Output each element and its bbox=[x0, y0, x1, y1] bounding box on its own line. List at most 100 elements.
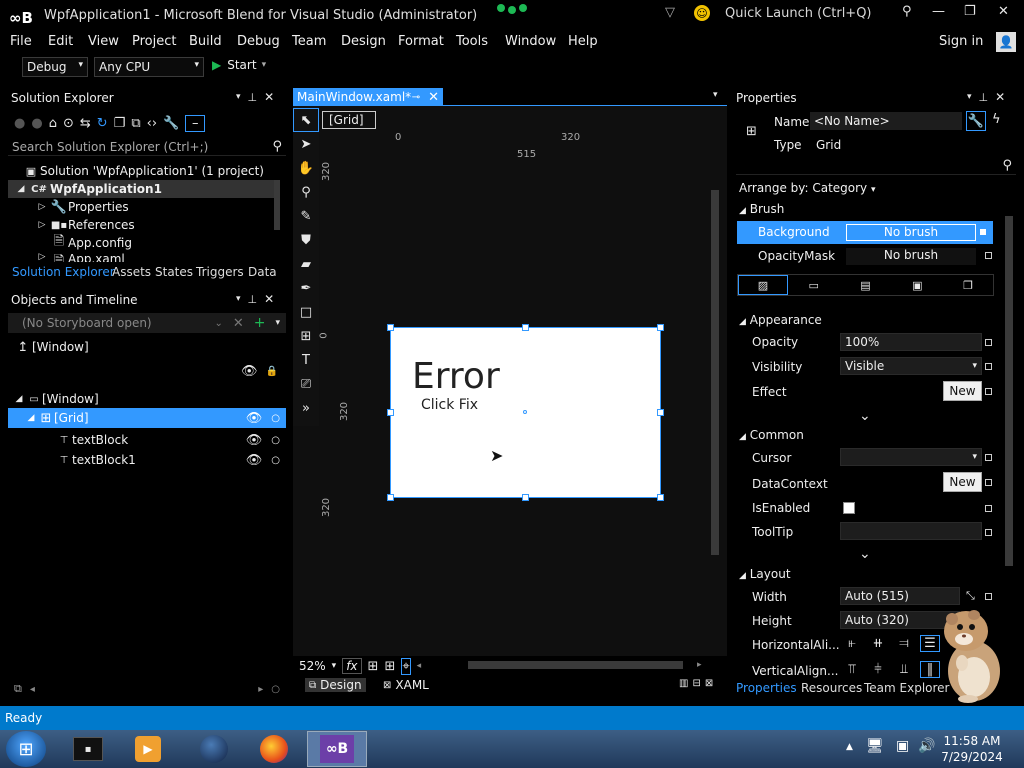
tab-data[interactable]: Data bbox=[248, 265, 277, 279]
menu-format[interactable]: Format bbox=[398, 34, 444, 49]
effect-marker[interactable] bbox=[985, 388, 992, 395]
quick-launch-input[interactable]: Quick Launch (Ctrl+Q) bbox=[725, 6, 872, 21]
pin-icon[interactable]: ⊸ bbox=[412, 92, 420, 103]
tab-team-explorer[interactable]: Team Explorer bbox=[864, 681, 950, 695]
scroll-left-icon[interactable]: ◂ bbox=[417, 661, 422, 671]
scroll-right-icon[interactable]: ▸ bbox=[258, 684, 263, 695]
align-bottom-icon[interactable]: ⫫ bbox=[894, 662, 914, 677]
isenabled-marker[interactable] bbox=[985, 505, 992, 512]
tooltip-input[interactable] bbox=[840, 522, 982, 540]
vm-tray-icon[interactable]: ▣ bbox=[896, 738, 909, 754]
minimize-icon[interactable]: — bbox=[932, 4, 945, 19]
align-center-icon[interactable]: ⧺ bbox=[868, 636, 888, 651]
events-lightning-icon[interactable]: ϟ bbox=[992, 112, 1001, 127]
add-storyboard-icon[interactable]: + bbox=[254, 315, 266, 331]
expand-advanced-icon[interactable]: ⌄ bbox=[859, 408, 871, 424]
cursor-marker[interactable] bbox=[985, 454, 992, 461]
expand-icon[interactable]: ◢ bbox=[12, 394, 26, 404]
split-horizontal-icon[interactable]: ⊟ bbox=[692, 678, 700, 689]
resize-handle-l[interactable] bbox=[387, 409, 394, 416]
document-tab-mainwindow[interactable]: MainWindow.xaml* ⊸ ✕ bbox=[293, 88, 443, 106]
width-marker[interactable] bbox=[985, 593, 992, 600]
feedback-smiley-icon[interactable]: ☺ bbox=[694, 5, 710, 21]
taskbar-item-globe[interactable] bbox=[186, 731, 242, 767]
pin-icon[interactable]: ⊥ bbox=[979, 91, 989, 104]
collapse-icon[interactable]: ❐ bbox=[114, 116, 126, 131]
back-icon[interactable]: ● bbox=[14, 116, 25, 131]
arrange-by-dropdown[interactable]: Arrange by: Category ▾ bbox=[739, 181, 876, 195]
resize-handle-br[interactable] bbox=[657, 494, 664, 501]
align-middle-icon[interactable]: ⫩ bbox=[868, 662, 888, 677]
properties-wrench-icon[interactable]: 🔧 bbox=[966, 111, 986, 131]
search-icon[interactable]: ⚲ bbox=[902, 4, 912, 19]
eye-icon[interactable]: 👁 bbox=[246, 453, 263, 468]
snap-lines-icon[interactable]: ⌖ bbox=[401, 657, 411, 675]
lock-dot-icon[interactable]: ○ bbox=[271, 455, 280, 466]
expand-icon[interactable]: ◢ bbox=[14, 184, 28, 194]
restore-icon[interactable]: ❐ bbox=[964, 4, 976, 19]
menu-team[interactable]: Team bbox=[292, 34, 326, 49]
tab-solution-explorer[interactable]: Solution Explorer bbox=[12, 265, 115, 279]
config-dropdown[interactable]: Debug ▾ bbox=[22, 57, 88, 77]
effect-new-button[interactable]: New bbox=[943, 381, 982, 401]
expand-icon[interactable]: ◢ bbox=[24, 413, 38, 423]
tree-item-appconfig[interactable]: 🗎 App.config bbox=[8, 234, 278, 252]
tab-resources[interactable]: Resources bbox=[801, 681, 862, 695]
background-marker[interactable] bbox=[980, 229, 986, 235]
platform-dropdown[interactable]: Any CPU ▾ bbox=[94, 57, 204, 77]
tree-item-references[interactable]: ▷ ■▪ References bbox=[8, 216, 278, 234]
properties-search-input[interactable]: ⚲ bbox=[736, 157, 1016, 175]
opacitymask-value[interactable]: No brush bbox=[846, 248, 976, 265]
tab-xaml[interactable]: ⊠ XAML bbox=[383, 678, 429, 692]
collapse-arrow-icon[interactable]: ▷ bbox=[34, 202, 50, 212]
taskbar-item-terminal[interactable]: ▪ bbox=[60, 731, 116, 767]
section-common[interactable]: ◢ Common bbox=[739, 428, 804, 442]
wrench-icon[interactable]: 🔧 bbox=[163, 116, 179, 131]
opacity-marker[interactable] bbox=[985, 339, 992, 346]
tab-states[interactable]: States bbox=[155, 265, 193, 279]
snap-grid-icon[interactable]: ⊞ bbox=[384, 659, 395, 674]
dropdown-icon[interactable]: ▾ bbox=[236, 92, 241, 102]
filter-icon[interactable]: ▽ bbox=[665, 5, 675, 20]
zoom-dropdown-icon[interactable]: ▾ bbox=[332, 661, 337, 671]
align-top-icon[interactable]: ⫪ bbox=[842, 662, 862, 677]
pin-icon[interactable]: ⊥ bbox=[248, 91, 258, 104]
pin-icon[interactable]: ⊥ bbox=[248, 293, 258, 306]
tree-item-window[interactable]: ◢ ▭ [Window] bbox=[8, 390, 286, 408]
eye-icon[interactable]: 👁 bbox=[246, 411, 263, 426]
menu-project[interactable]: Project bbox=[132, 34, 176, 49]
eye-icon[interactable]: 👁 bbox=[246, 433, 263, 448]
section-layout[interactable]: ◢ Layout bbox=[739, 567, 791, 581]
history-icon[interactable]: ⊙ bbox=[63, 116, 74, 131]
tree-item-properties[interactable]: ▷ 🔧 Properties bbox=[8, 198, 278, 216]
breadcrumb[interactable]: [Grid] bbox=[322, 111, 376, 129]
scope-icon[interactable]: ⧉ bbox=[14, 682, 22, 696]
notification-icon[interactable] bbox=[495, 2, 529, 16]
resize-handle-bl[interactable] bbox=[387, 494, 394, 501]
artboard-clickfix-text[interactable]: Click Fix bbox=[421, 397, 478, 413]
menu-window[interactable]: Window bbox=[505, 34, 556, 49]
gradient-brush-icon[interactable]: ▤ bbox=[840, 279, 892, 292]
tab-properties[interactable]: Properties bbox=[736, 681, 797, 695]
visibility-marker[interactable] bbox=[985, 363, 992, 370]
resource-brush-icon[interactable]: ❐ bbox=[943, 279, 993, 292]
network-tray-icon[interactable]: 🖥 bbox=[866, 738, 884, 754]
tree-item-project[interactable]: ◢ C# WpfApplication1 bbox=[8, 180, 278, 198]
opacitymask-marker[interactable] bbox=[985, 252, 992, 259]
resize-handle-r[interactable] bbox=[657, 409, 664, 416]
start-button[interactable]: ▶ Start ▾ bbox=[212, 58, 266, 72]
taskbar-item-firefox[interactable] bbox=[246, 731, 302, 767]
windows-start-button[interactable]: ⊞ bbox=[6, 731, 46, 767]
datacontext-marker[interactable] bbox=[985, 479, 992, 486]
tray-expand-icon[interactable]: ▲ bbox=[846, 742, 853, 752]
expand-all-icon[interactable]: ⌄ bbox=[214, 318, 222, 329]
resize-handle-t[interactable] bbox=[522, 324, 529, 331]
lock-icon[interactable]: 🔒 bbox=[266, 366, 278, 377]
eye-icon[interactable]: 👁 bbox=[241, 364, 258, 379]
sign-in-link[interactable]: Sign in bbox=[939, 34, 983, 49]
taskbar-item-media[interactable]: ▶ bbox=[120, 731, 176, 767]
background-value[interactable]: No brush bbox=[846, 224, 976, 241]
dropdown-icon[interactable]: ▾ bbox=[236, 294, 241, 304]
collapse-arrow-icon[interactable]: ▷ bbox=[34, 252, 50, 262]
scroll-right-icon[interactable]: ▸ bbox=[697, 660, 702, 670]
